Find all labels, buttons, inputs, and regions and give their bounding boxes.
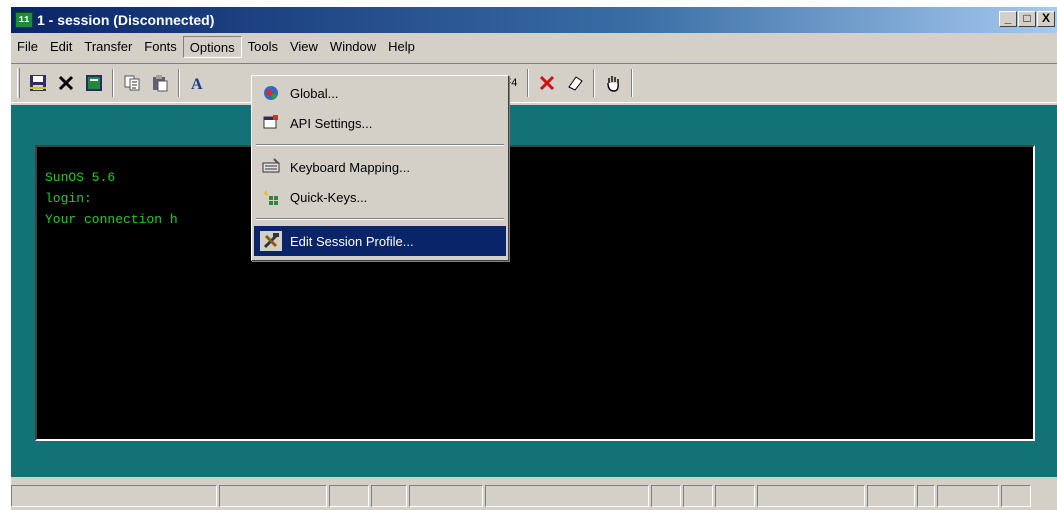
red-x-icon[interactable] [535, 71, 559, 95]
title-buttons: _ □ X [998, 11, 1055, 27]
hand-icon[interactable] [601, 71, 625, 95]
menu-window[interactable]: Window [324, 36, 382, 58]
menu-edit[interactable]: Edit [44, 36, 78, 58]
toolbar: A F1 F2 F3 F4 [11, 63, 1057, 103]
resize-grip[interactable] [1001, 485, 1031, 507]
api-settings-icon [260, 113, 282, 133]
menu-item-label: Edit Session Profile... [290, 233, 414, 249]
toolbar-separator [593, 69, 596, 97]
toolbar-separator [631, 69, 634, 97]
app-icon[interactable]: 11 [15, 12, 33, 28]
menu-item-global[interactable]: Global... [254, 78, 506, 108]
toolbar-separator [527, 69, 530, 97]
menu-item-label: Global... [290, 85, 339, 101]
menu-help[interactable]: Help [382, 36, 421, 58]
eraser-icon[interactable] [563, 71, 587, 95]
menu-view[interactable]: View [284, 36, 324, 58]
menu-item-edit-session-profile[interactable]: Edit Session Profile... [254, 226, 506, 256]
status-cell [917, 485, 935, 507]
copy-icon[interactable] [120, 71, 144, 95]
terminal-line: Your connection h [45, 212, 178, 227]
menu-item-label: API Settings... [290, 115, 373, 131]
menu-item-api-settings[interactable]: API Settings... [254, 108, 506, 138]
menu-item-keyboard-mapping[interactable]: Keyboard Mapping... [254, 152, 506, 182]
toolbar-separator [112, 69, 114, 97]
menu-item-label: Quick-Keys... [290, 189, 368, 205]
svg-text:A: A [191, 76, 203, 92]
terminal-line: login: [45, 191, 92, 206]
session-icon[interactable] [82, 71, 106, 95]
status-cell [683, 485, 713, 507]
menu-item-quick-keys[interactable]: Quick-Keys... [254, 182, 506, 212]
terminal-line: SunOS 5.6 [45, 170, 116, 185]
window-title: 1 - session (Disconnected) [37, 12, 215, 28]
toolbar-grip[interactable] [17, 68, 20, 98]
globe-icon [260, 83, 282, 103]
menu-options[interactable]: Options [182, 35, 242, 58]
keyboard-icon [260, 157, 282, 177]
status-cell [485, 485, 649, 507]
status-cell [757, 485, 865, 507]
menu-tools[interactable]: Tools [242, 36, 284, 58]
tools-icon [260, 231, 282, 251]
options-menu: Global... API Settings... Keyboard Mappi… [251, 75, 509, 261]
font-icon[interactable]: A [186, 71, 210, 95]
menu-transfer[interactable]: Transfer [78, 36, 138, 58]
status-cell [371, 485, 407, 507]
app-window: 11 1 - session (Disconnected) _ □ X File… [10, 6, 1057, 510]
status-cell [867, 485, 915, 507]
status-cell [409, 485, 483, 507]
minimize-button[interactable]: _ [999, 11, 1017, 27]
terminal-screen[interactable]: SunOS 5.6 login: Your connection h [35, 145, 1035, 441]
toolbar-separator [178, 69, 180, 97]
menu-bar: File Edit Transfer Fonts Options Tools V… [11, 33, 1057, 60]
save-icon[interactable] [26, 71, 50, 95]
status-cell [651, 485, 681, 507]
menu-separator [256, 144, 504, 146]
title-bar[interactable]: 11 1 - session (Disconnected) _ □ X [11, 7, 1057, 33]
paste-icon[interactable] [148, 71, 172, 95]
quick-keys-icon [260, 187, 282, 207]
status-cell [329, 485, 369, 507]
menu-file[interactable]: File [11, 36, 44, 58]
status-bar [11, 483, 1057, 509]
menu-item-label: Keyboard Mapping... [290, 159, 410, 175]
workspace: SunOS 5.6 login: Your connection h [11, 105, 1057, 477]
status-cell [715, 485, 755, 507]
menu-separator [256, 218, 504, 220]
status-cell [11, 485, 217, 507]
menu-fonts[interactable]: Fonts [138, 36, 183, 58]
close-button[interactable]: X [1037, 11, 1055, 27]
status-cell [937, 485, 999, 507]
disconnect-icon[interactable] [54, 71, 78, 95]
maximize-button[interactable]: □ [1018, 11, 1036, 27]
status-cell [219, 485, 327, 507]
